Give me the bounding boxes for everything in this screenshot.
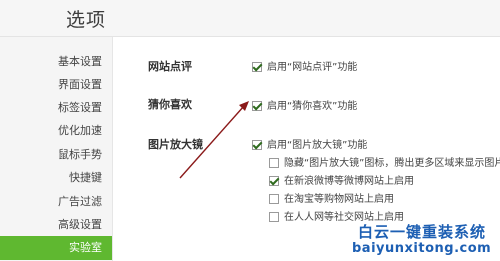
shopping-sites-checkbox[interactable] xyxy=(269,194,279,204)
sidebar-item-lab[interactable]: 实验室 xyxy=(0,236,112,260)
site-review-option[interactable]: 启用“网站点评”功能 xyxy=(252,58,357,73)
guess-you-like-checkbox[interactable] xyxy=(252,101,262,111)
site-review-checkbox[interactable] xyxy=(252,62,262,72)
section-title-guess-you-like: 猜你喜欢 xyxy=(148,98,192,111)
weibo-sites-checkbox[interactable] xyxy=(269,176,279,186)
shopping-sites-label: 在淘宝等购物网站上启用 xyxy=(284,194,394,205)
section-title-image-magnifier: 图片放大镜 xyxy=(148,138,203,151)
site-review-label: 启用“网站点评”功能 xyxy=(267,62,358,73)
hide-magnifier-icon-checkbox[interactable] xyxy=(269,158,279,168)
sidebar-item-acceleration[interactable]: 优化加速 xyxy=(2,121,102,141)
sidebar-item-mouse-gestures[interactable]: 鼠标手势 xyxy=(2,145,102,165)
image-magnifier-checkbox[interactable] xyxy=(252,140,262,150)
hide-magnifier-icon-option[interactable]: 隐藏“图片放大镜”图标，腾出更多区域来显示图片 xyxy=(269,154,500,169)
sidebar-item-ad-filter[interactable]: 广告过滤 xyxy=(2,192,102,212)
hide-magnifier-icon-label: 隐藏“图片放大镜”图标，腾出更多区域来显示图片 xyxy=(284,158,500,169)
header-bar: 选项 xyxy=(0,0,500,37)
sidebar-item-advanced[interactable]: 高级设置 xyxy=(2,215,102,235)
social-sites-checkbox[interactable] xyxy=(269,212,279,222)
weibo-sites-option[interactable]: 在新浪微博等微博网站上启用 xyxy=(269,172,414,187)
shopping-sites-option[interactable]: 在淘宝等购物网站上启用 xyxy=(269,190,394,205)
weibo-sites-label: 在新浪微博等微博网站上启用 xyxy=(284,176,414,187)
guess-you-like-label: 启用“猜你喜欢”功能 xyxy=(267,101,358,112)
sidebar-item-shortcuts[interactable]: 快捷键 xyxy=(2,168,102,188)
image-magnifier-label: 启用“图片放大镜”功能 xyxy=(267,140,368,151)
sidebar-item-interface[interactable]: 界面设置 xyxy=(2,75,102,95)
guess-you-like-option[interactable]: 启用“猜你喜欢”功能 xyxy=(252,97,357,112)
page-title: 选项 xyxy=(66,9,107,31)
sidebar-item-basic[interactable]: 基本设置 xyxy=(2,52,102,72)
watermark-url: baiyunxitong.com xyxy=(352,241,492,256)
image-magnifier-option[interactable]: 启用“图片放大镜”功能 xyxy=(252,136,367,151)
watermark-logo-text: 白云一键重装系统 xyxy=(358,223,487,241)
sidebar: 基本设置 界面设置 标签设置 优化加速 鼠标手势 快捷键 广告过滤 高级设置 实… xyxy=(0,37,113,261)
sidebar-item-tabs[interactable]: 标签设置 xyxy=(2,98,102,118)
section-title-site-review: 网站点评 xyxy=(148,60,192,73)
